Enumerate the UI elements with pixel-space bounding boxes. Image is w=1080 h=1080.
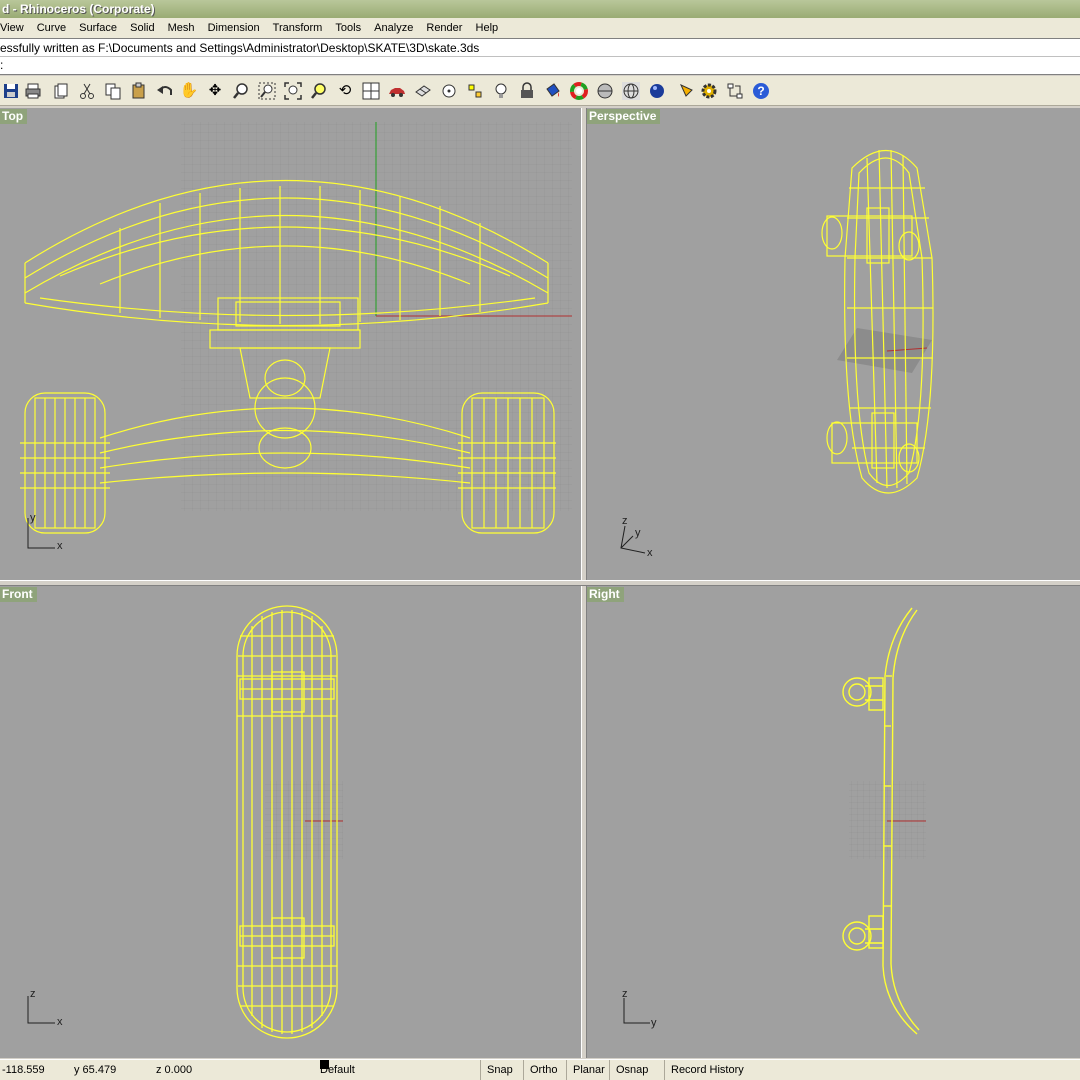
cut-icon[interactable]	[76, 80, 98, 102]
zoom-extents-icon[interactable]	[282, 80, 304, 102]
viewport-label-front[interactable]: Front	[0, 587, 37, 602]
circle-point-icon[interactable]	[438, 80, 460, 102]
status-bar: -118.559 y 65.479 z 0.000 Default Snap O…	[0, 1059, 1080, 1080]
axis-label-x: x	[647, 547, 653, 559]
command-history: essfully written as F:\Documents and Set…	[0, 38, 1080, 56]
record-history-toggle[interactable]: Record History	[664, 1060, 744, 1080]
menu-bar: View Curve Surface Solid Mesh Dimension …	[0, 18, 1080, 38]
color-wheel-icon[interactable]	[568, 80, 590, 102]
command-line[interactable]: :	[0, 56, 1080, 75]
axis-label-y: y	[635, 527, 641, 539]
window-title: d - Rhinoceros (Corporate)	[0, 0, 1080, 18]
viewport-splitter-horizontal[interactable]	[0, 580, 1080, 586]
status-z-coordinate: z 0.000	[156, 1064, 193, 1076]
perspective-view-scene: z y x	[620, 149, 934, 559]
shaded-sphere-icon[interactable]	[594, 80, 616, 102]
light-bulb-icon[interactable]	[490, 80, 512, 102]
axis-label-y: y	[651, 1017, 657, 1029]
axis-indicator-front	[27, 996, 55, 1024]
snap-toggle[interactable]: Snap	[480, 1060, 513, 1080]
osnap-toggle[interactable]: Osnap	[609, 1060, 648, 1080]
right-view-scene: z y	[622, 607, 926, 1035]
status-layer-name: Default	[320, 1064, 355, 1076]
copy-icon[interactable]	[102, 80, 124, 102]
svg-text:?: ?	[757, 84, 764, 98]
menu-dimension[interactable]: Dimension	[203, 18, 265, 38]
construction-grid	[849, 781, 926, 859]
lock-icon[interactable]	[516, 80, 538, 102]
top-view-scene: y x	[20, 122, 572, 552]
rotate-view-icon[interactable]: ⟲	[334, 80, 356, 102]
menu-mesh[interactable]: Mesh	[163, 18, 200, 38]
viewport-perspective[interactable]: z y x Perspective	[587, 108, 1080, 580]
history-icon[interactable]	[724, 80, 746, 102]
standard-toolbar: ✋ ✥ ⟲ ?	[0, 76, 1080, 106]
copy-doc-icon[interactable]	[50, 80, 72, 102]
axis-label-z: z	[622, 988, 628, 1000]
planar-toggle[interactable]: Planar	[566, 1060, 605, 1080]
menu-curve[interactable]: Curve	[32, 18, 71, 38]
zoom-window-icon[interactable]	[256, 80, 278, 102]
axis-label-x: x	[57, 540, 63, 552]
status-x-coordinate: -118.559	[2, 1064, 45, 1076]
menu-surface[interactable]: Surface	[74, 18, 122, 38]
axis-indicator-right	[623, 998, 650, 1024]
viewport-label-right[interactable]: Right	[587, 587, 624, 602]
status-y-coordinate: y 65.479	[74, 1064, 117, 1076]
viewport-label-perspective[interactable]: Perspective	[587, 109, 661, 124]
paste-icon[interactable]	[128, 80, 150, 102]
front-view-scene: z x	[27, 605, 343, 1039]
axis-label-y: y	[30, 512, 36, 524]
gear-icon[interactable]	[698, 80, 720, 102]
skateboard-wireframe	[821, 149, 934, 494]
menu-render[interactable]: Render	[421, 18, 467, 38]
axis-label-z: z	[622, 515, 628, 527]
ortho-toggle[interactable]: Ortho	[523, 1060, 558, 1080]
paint-bucket-icon[interactable]	[542, 80, 564, 102]
grid-snap-icon[interactable]	[412, 80, 434, 102]
pen-icon[interactable]	[676, 80, 698, 102]
wireframe-sphere-icon[interactable]	[620, 80, 642, 102]
print-icon[interactable]	[22, 80, 44, 102]
zoom-selected-icon[interactable]	[308, 80, 330, 102]
zoom-icon[interactable]	[230, 80, 252, 102]
save-icon[interactable]	[0, 80, 22, 102]
viewport-right[interactable]: z y Right	[587, 586, 1080, 1058]
render-sphere-icon[interactable]	[646, 80, 668, 102]
menu-tools[interactable]: Tools	[330, 18, 366, 38]
move-icon[interactable]: ✥	[204, 80, 226, 102]
command-input[interactable]	[8, 57, 909, 73]
axis-label-x: x	[57, 1016, 63, 1028]
four-viewports-icon[interactable]	[360, 80, 382, 102]
axis-label-z: z	[30, 988, 36, 1000]
axis-indicator-perspective	[620, 525, 646, 554]
menu-help[interactable]: Help	[471, 18, 504, 38]
viewport-front[interactable]: z x Front	[0, 586, 581, 1058]
points-icon[interactable]	[464, 80, 486, 102]
car-icon[interactable]	[386, 80, 408, 102]
pan-hand-icon[interactable]: ✋	[178, 80, 200, 102]
undo-icon[interactable]	[154, 80, 176, 102]
viewport-label-top[interactable]: Top	[0, 109, 28, 124]
help-icon[interactable]: ?	[750, 80, 772, 102]
menu-view[interactable]: View	[0, 18, 29, 38]
menu-solid[interactable]: Solid	[125, 18, 159, 38]
command-prompt: :	[0, 58, 4, 72]
menu-transform[interactable]: Transform	[268, 18, 328, 38]
menu-analyze[interactable]: Analyze	[369, 18, 418, 38]
viewport-top[interactable]: y x Top	[0, 108, 581, 580]
